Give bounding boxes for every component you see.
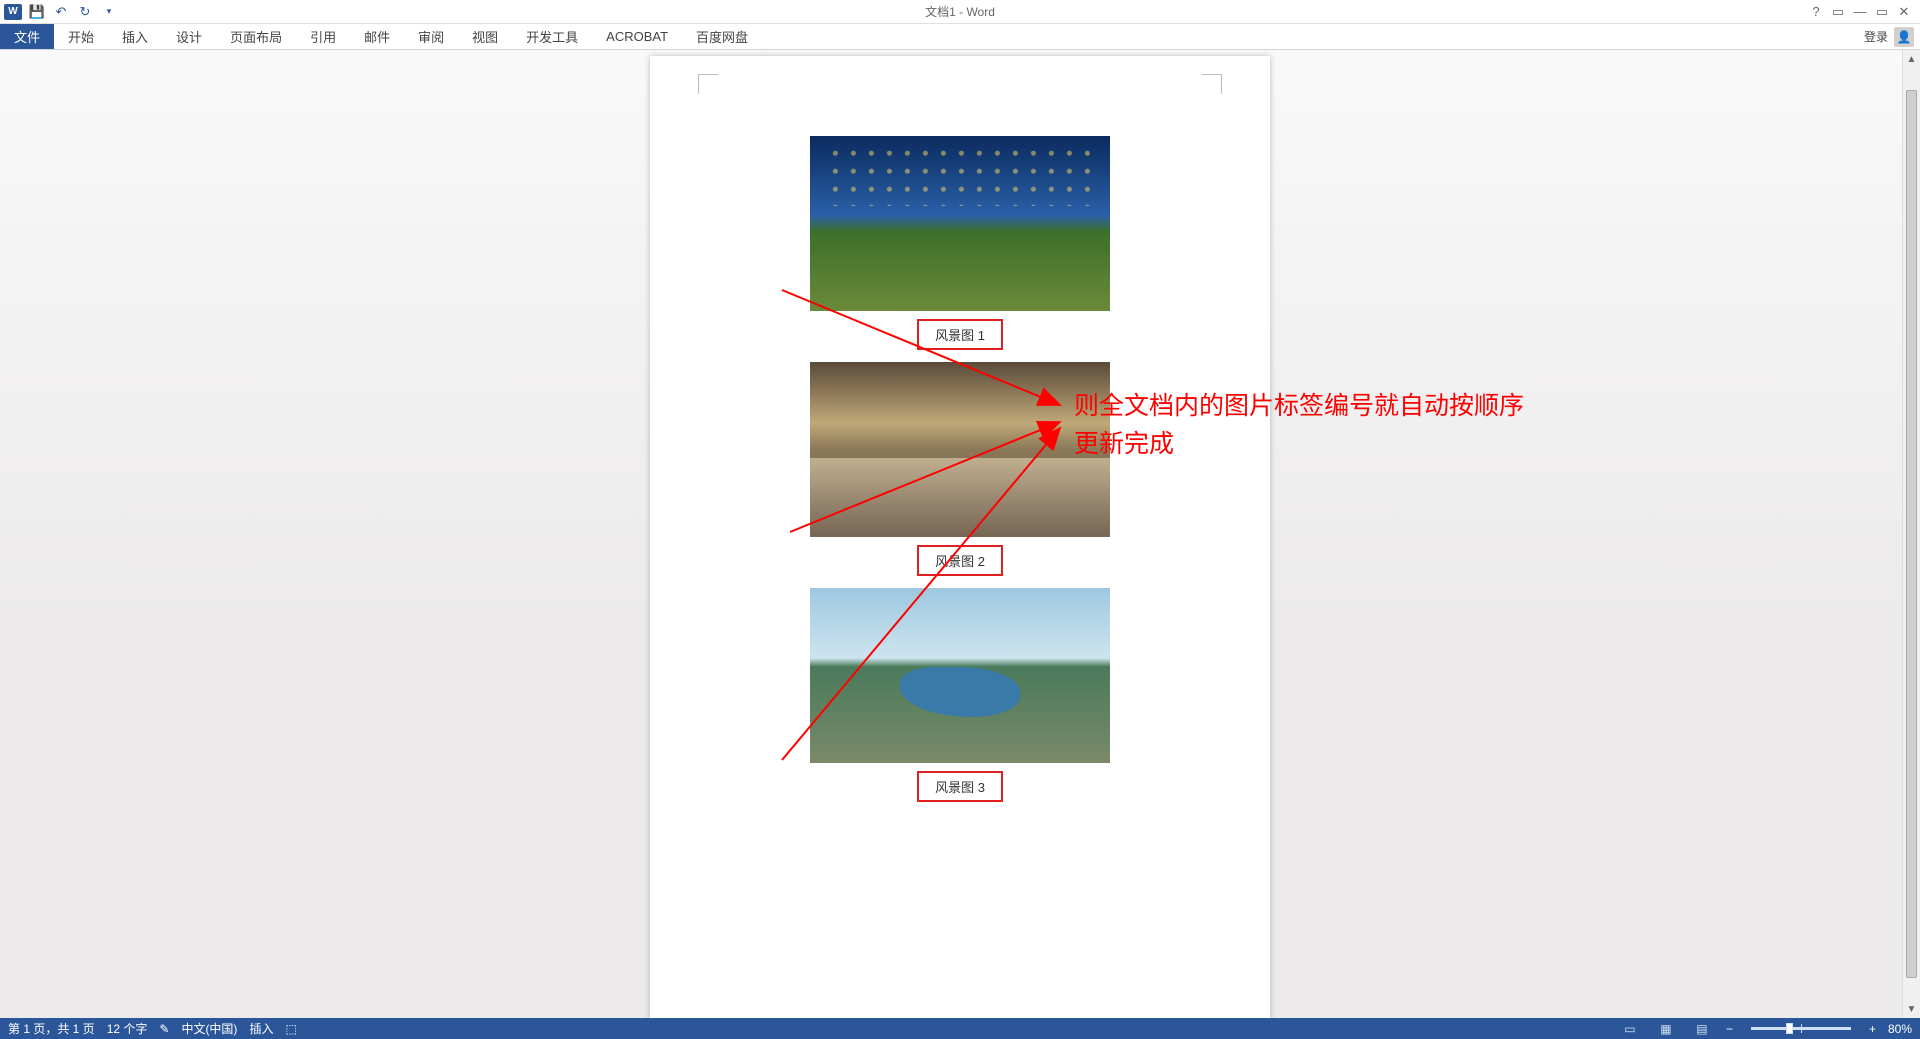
caption-1[interactable]: 风景图 1 bbox=[917, 319, 1003, 350]
titlebar: W 💾 ↶ ↻ ▾ 文档1 - Word ? ▭ — ▭ ✕ bbox=[0, 0, 1920, 24]
page-content: 风景图 1 风景图 2 风景图 3 bbox=[710, 136, 1210, 802]
tab-view[interactable]: 视图 bbox=[458, 24, 512, 49]
image-landscape-1[interactable] bbox=[810, 136, 1110, 311]
tab-layout[interactable]: 页面布局 bbox=[216, 24, 296, 49]
tab-review[interactable]: 审阅 bbox=[404, 24, 458, 49]
figure-block-1: 风景图 1 bbox=[810, 136, 1110, 350]
vertical-scrollbar[interactable]: ▲ ▼ bbox=[1902, 50, 1920, 1018]
scroll-thumb[interactable] bbox=[1906, 90, 1917, 978]
view-read-mode-icon[interactable]: ▭ bbox=[1618, 1021, 1642, 1037]
zoom-slider-thumb[interactable] bbox=[1786, 1023, 1793, 1034]
figure-block-3: 风景图 3 bbox=[810, 588, 1110, 802]
status-word-count[interactable]: 12 个字 bbox=[107, 1020, 148, 1037]
tab-home[interactable]: 开始 bbox=[54, 24, 108, 49]
tab-developer[interactable]: 开发工具 bbox=[512, 24, 592, 49]
ribbon-tabs: 文件 开始 插入 设计 页面布局 引用 邮件 审阅 视图 开发工具 ACROBA… bbox=[0, 24, 1920, 50]
tab-acrobat[interactable]: ACROBAT bbox=[592, 24, 682, 49]
minimize-button[interactable]: — bbox=[1850, 3, 1870, 21]
zoom-level[interactable]: 80% bbox=[1888, 1022, 1912, 1036]
signin-link[interactable]: 登录 bbox=[1864, 28, 1888, 45]
status-language[interactable]: 中文(中国) bbox=[181, 1020, 237, 1037]
user-avatar-icon[interactable]: 👤 bbox=[1894, 27, 1914, 47]
zoom-out-button[interactable]: − bbox=[1726, 1022, 1733, 1036]
proofing-icon[interactable]: ✎ bbox=[159, 1022, 169, 1036]
tab-design[interactable]: 设计 bbox=[162, 24, 216, 49]
redo-icon[interactable]: ↻ bbox=[76, 3, 94, 21]
tab-file[interactable]: 文件 bbox=[0, 24, 54, 49]
scroll-down-icon[interactable]: ▼ bbox=[1903, 1000, 1920, 1018]
help-button[interactable]: ? bbox=[1806, 3, 1826, 21]
undo-icon[interactable]: ↶ bbox=[52, 3, 70, 21]
word-app-icon: W bbox=[4, 4, 22, 20]
restore-button[interactable]: ▭ bbox=[1872, 3, 1892, 21]
qat-customize-icon[interactable]: ▾ bbox=[100, 3, 118, 21]
view-print-layout-icon[interactable]: ▦ bbox=[1654, 1021, 1678, 1037]
zoom-in-button[interactable]: + bbox=[1869, 1022, 1876, 1036]
page: 风景图 1 风景图 2 风景图 3 bbox=[650, 56, 1270, 1018]
figure-block-2: 风景图 2 bbox=[810, 362, 1110, 576]
image-landscape-2[interactable] bbox=[810, 362, 1110, 537]
status-page[interactable]: 第 1 页，共 1 页 bbox=[8, 1020, 95, 1037]
margin-crop-top-right bbox=[1202, 74, 1222, 94]
image-landscape-3[interactable] bbox=[810, 588, 1110, 763]
quick-access-toolbar: W 💾 ↶ ↻ ▾ bbox=[0, 3, 118, 21]
tab-mailings[interactable]: 邮件 bbox=[350, 24, 404, 49]
tab-baidu[interactable]: 百度网盘 bbox=[682, 24, 762, 49]
macro-record-icon[interactable]: ⬚ bbox=[285, 1022, 296, 1036]
status-bar: 第 1 页，共 1 页 12 个字 ✎ 中文(中国) 插入 ⬚ ▭ ▦ ▤ − … bbox=[0, 1018, 1920, 1039]
zoom-slider[interactable] bbox=[1751, 1027, 1851, 1030]
window-controls: ? ▭ — ▭ ✕ bbox=[1806, 3, 1920, 21]
caption-2[interactable]: 风景图 2 bbox=[917, 545, 1003, 576]
caption-3[interactable]: 风景图 3 bbox=[917, 771, 1003, 802]
document-area[interactable]: 风景图 1 风景图 2 风景图 3 bbox=[0, 50, 1920, 1018]
tab-references[interactable]: 引用 bbox=[296, 24, 350, 49]
close-button[interactable]: ✕ bbox=[1894, 3, 1914, 21]
tab-insert[interactable]: 插入 bbox=[108, 24, 162, 49]
scroll-up-icon[interactable]: ▲ bbox=[1903, 50, 1920, 68]
status-insert-mode[interactable]: 插入 bbox=[249, 1020, 273, 1037]
document-title: 文档1 - Word bbox=[925, 3, 995, 20]
margin-crop-top-left bbox=[698, 74, 718, 94]
view-web-layout-icon[interactable]: ▤ bbox=[1690, 1021, 1714, 1037]
save-icon[interactable]: 💾 bbox=[28, 3, 46, 21]
ribbon-display-options-button[interactable]: ▭ bbox=[1828, 3, 1848, 21]
